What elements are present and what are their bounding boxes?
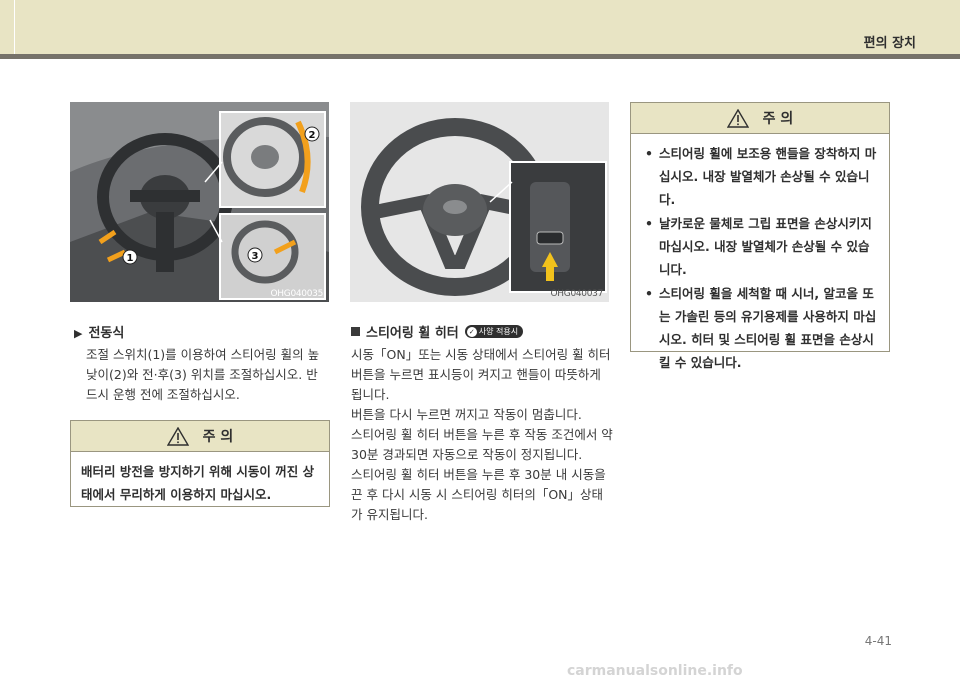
steering-heater-figure: OHG040037 xyxy=(350,102,609,302)
callout-3: 3 xyxy=(252,251,259,262)
caution-title: 주 의 xyxy=(202,429,234,445)
heater-heading: 스티어링 휠 히터 ✓ 사양 적용시 xyxy=(351,322,524,341)
steering-heater-illustration xyxy=(350,102,609,302)
page-number: 4-41 xyxy=(864,634,892,648)
power-heading-text: 전동식 xyxy=(88,326,125,341)
header-band: 편의 장치 xyxy=(0,0,960,54)
heater-paragraphs: 시동「ON」또는 시동 상태에서 스티어링 휠 히터 버튼을 누르면 표시등이 … xyxy=(351,345,613,525)
caution-header: 주 의 xyxy=(631,103,889,134)
caution-header: 주 의 xyxy=(71,421,329,452)
heater-paragraph: 스티어링 휠 히터 버튼을 누른 후 작동 조건에서 약 30분 경과되면 자동… xyxy=(351,427,613,462)
triangle-bullet-icon: ▶ xyxy=(74,327,83,340)
steering-adjust-illustration: 1 2 3 xyxy=(70,102,329,302)
figure-code: OHG040037 xyxy=(550,289,604,299)
steering-adjust-figure: 1 2 3 OHG040035 xyxy=(70,102,329,302)
caution-box-heater: 주 의 스티어링 휠에 보조용 핸들을 장착하지 마십시오. 내장 발열체가 손… xyxy=(630,102,890,370)
warning-triangle-icon xyxy=(166,426,189,446)
watermark: carmanualsonline.info xyxy=(567,663,743,679)
caution-item: 스티어링 휠을 세척할 때 시너, 알코올 또는 가솔린 등의 유기용제를 사용… xyxy=(643,282,879,374)
square-bullet-icon xyxy=(351,327,360,336)
power-paragraph: 조절 스위치(1)를 이용하여 스티어링 휠의 높낮이(2)와 전·후(3) 위… xyxy=(86,347,320,402)
heater-heading-text: 스티어링 휠 히터 xyxy=(366,326,459,341)
header-divider xyxy=(14,0,15,54)
caution-box-battery: 주 의 배터리 방전을 방지하기 위해 시동이 꺼진 상태에서 무리하게 이용하… xyxy=(70,420,330,507)
callout-1: 1 xyxy=(127,253,134,264)
caution-body: 스티어링 휠에 보조용 핸들을 장착하지 마십시오. 내장 발열체가 손상될 수… xyxy=(631,134,889,381)
caution-list: 스티어링 휠에 보조용 핸들을 장착하지 마십시오. 내장 발열체가 손상될 수… xyxy=(643,142,879,374)
option-badge-text: 사양 적용시 xyxy=(478,327,519,336)
option-icon: ✓ xyxy=(466,326,477,337)
figure-code: OHG040035 xyxy=(270,289,324,299)
power-heading: ▶ 전동식 xyxy=(74,322,124,341)
caution-title: 주 의 xyxy=(762,111,794,127)
option-badge: ✓ 사양 적용시 xyxy=(464,325,524,338)
warning-triangle-icon xyxy=(726,108,749,128)
callout-2: 2 xyxy=(309,130,316,141)
heater-paragraph: 스티어링 휠 히터 버튼을 누른 후 30분 내 시동을 끈 후 다시 시동 시… xyxy=(351,467,606,522)
caution-item: 스티어링 휠에 보조용 핸들을 장착하지 마십시오. 내장 발열체가 손상될 수… xyxy=(643,142,879,211)
caution-text: 배터리 방전을 방지하기 위해 시동이 꺼진 상태에서 무리하게 이용하지 마십… xyxy=(81,464,315,502)
caution-item: 날카로운 물체로 그립 표면을 손상시키지 마십시오. 내장 발열체가 손상될 … xyxy=(643,212,879,281)
header-rule xyxy=(0,54,960,59)
section-title: 편의 장치 xyxy=(863,36,916,51)
heater-paragraph: 시동「ON」또는 시동 상태에서 스티어링 휠 히터 버튼을 누르면 표시등이 … xyxy=(351,347,611,402)
heater-paragraph: 버튼을 다시 누르면 꺼지고 작동이 멈춥니다. xyxy=(351,407,582,422)
